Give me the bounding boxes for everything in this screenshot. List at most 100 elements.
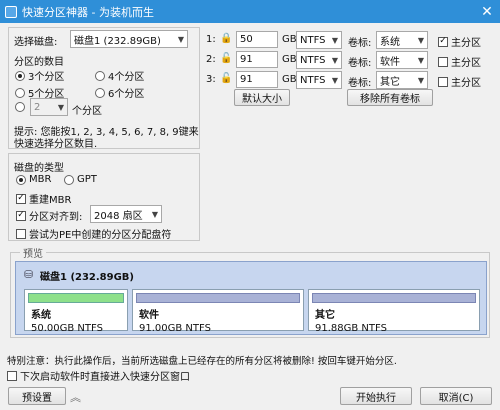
chevron-down-icon: ▼ bbox=[151, 209, 158, 219]
pe-assign-option[interactable]: 尝试为PE中创建的分区分配盘符 bbox=[16, 226, 171, 241]
disk-preview: ⛁ 磁盘1 (232.89GB) 系统 50.00GB NTFS 软件 91.0… bbox=[15, 261, 487, 335]
gpt-option[interactable]: GPT bbox=[64, 174, 97, 185]
radio-3[interactable] bbox=[15, 70, 25, 81]
primary-option[interactable]: ✓ 主分区 bbox=[438, 34, 481, 49]
chevron-down-icon: ▼ bbox=[417, 75, 424, 85]
chevron-down-icon: ▼ bbox=[57, 102, 64, 112]
fs-select[interactable]: NTFS ▼ bbox=[296, 71, 342, 89]
start-button[interactable]: 开始执行 bbox=[340, 387, 412, 405]
volume-label-value: 软件 bbox=[380, 56, 400, 68]
option-3-partitions[interactable]: 3个分区 bbox=[15, 68, 64, 83]
remove-labels-button[interactable]: 移除所有卷标 bbox=[347, 89, 433, 106]
option-label: 3个分区 bbox=[28, 72, 65, 83]
volume-label-value: 系统 bbox=[380, 36, 400, 48]
pe-assign-label: 尝试为PE中创建的分区分配盘符 bbox=[29, 230, 172, 241]
window-title: 快速分区神器 - 为装机而生 bbox=[22, 5, 154, 19]
radio-gpt[interactable] bbox=[64, 174, 74, 185]
radio-6[interactable] bbox=[95, 87, 105, 98]
preview-partition-2: 软件 91.00GB NTFS bbox=[132, 289, 304, 334]
cancel-button[interactable]: 取消(C) bbox=[420, 387, 492, 405]
radio-5[interactable] bbox=[15, 87, 25, 98]
disk-select-value: 磁盘1 (232.89GB) bbox=[74, 35, 161, 47]
preview-legend: 预览 bbox=[20, 245, 46, 260]
partition-index: 2: bbox=[206, 54, 216, 65]
volume-label-value: 其它 bbox=[380, 76, 400, 88]
primary-label: 主分区 bbox=[451, 58, 481, 69]
fs-value: NTFS bbox=[300, 54, 326, 66]
partition-name: 其它 bbox=[315, 310, 335, 321]
option-4-partitions[interactable]: 4个分区 bbox=[95, 68, 144, 83]
radio-4[interactable] bbox=[95, 70, 105, 81]
pe-assign-checkbox[interactable] bbox=[16, 228, 26, 239]
rebuild-mbr-checkbox[interactable]: ✓ bbox=[16, 193, 26, 204]
volume-label-select[interactable]: 软件 ▼ bbox=[376, 51, 428, 69]
radio-custom[interactable] bbox=[15, 102, 25, 112]
partition-detail: 91.88GB NTFS bbox=[315, 323, 387, 334]
preset-button[interactable]: 预设置 bbox=[8, 387, 66, 405]
title-bar: 快速分区神器 - 为装机而生 ✕ bbox=[0, 0, 500, 23]
expand-icon[interactable]: ︽ bbox=[70, 389, 81, 405]
primary-label: 主分区 bbox=[451, 78, 481, 89]
disk-type-label: 磁盘的类型 bbox=[14, 163, 64, 174]
chevron-down-icon: ▼ bbox=[417, 55, 424, 65]
size-unit: GB bbox=[282, 54, 297, 65]
rebuild-mbr-label: 重建MBR bbox=[29, 195, 72, 206]
size-unit: GB bbox=[282, 74, 297, 85]
volume-label-select[interactable]: 系统 ▼ bbox=[376, 31, 428, 49]
primary-option[interactable]: 主分区 bbox=[438, 74, 481, 89]
primary-checkbox[interactable] bbox=[438, 76, 448, 87]
option-6-partitions[interactable]: 6个分区 bbox=[95, 85, 144, 100]
primary-label: 主分区 bbox=[451, 38, 481, 49]
rebuild-mbr-option[interactable]: ✓ 重建MBR bbox=[16, 191, 71, 206]
auto-start-checkbox[interactable] bbox=[7, 370, 17, 381]
chevron-down-icon: ▼ bbox=[331, 75, 338, 85]
option-custom-partitions[interactable] bbox=[15, 102, 25, 112]
preview-partition-3: 其它 91.88GB NTFS bbox=[308, 289, 480, 334]
partition-bar bbox=[28, 293, 124, 303]
chevron-down-icon: ▼ bbox=[177, 34, 184, 44]
disk-select[interactable]: 磁盘1 (232.89GB) ▼ bbox=[70, 30, 188, 48]
custom-count-value: 2 bbox=[34, 101, 41, 113]
mbr-option[interactable]: MBR bbox=[16, 174, 51, 185]
fs-select[interactable]: NTFS ▼ bbox=[296, 51, 342, 69]
size-unit: GB bbox=[282, 34, 297, 45]
chevron-down-icon: ▼ bbox=[417, 35, 424, 45]
partition-index: 1: bbox=[206, 34, 216, 45]
app-icon bbox=[5, 5, 17, 18]
partition-row: 1: 🔒 50 GB NTFS ▼ 卷标: 系统 ▼ ✓ 主分区 bbox=[206, 31, 496, 49]
partition-detail: 50.00GB NTFS bbox=[31, 323, 103, 334]
unlock-icon[interactable]: 🔓 bbox=[220, 73, 232, 84]
partition-row: 3: 🔓 91 GB NTFS ▼ 卷标: 其它 ▼ 主分区 bbox=[206, 71, 496, 89]
radio-mbr[interactable] bbox=[16, 174, 26, 185]
primary-checkbox[interactable] bbox=[438, 56, 448, 67]
unlock-icon[interactable]: 🔓 bbox=[220, 53, 232, 64]
size-input[interactable]: 91 bbox=[236, 71, 278, 88]
lock-icon[interactable]: 🔒 bbox=[220, 33, 232, 44]
align-option[interactable]: ✓ 分区对齐到: bbox=[16, 208, 82, 223]
volume-label-select[interactable]: 其它 ▼ bbox=[376, 71, 428, 89]
size-input[interactable]: 91 bbox=[236, 51, 278, 68]
fs-select[interactable]: NTFS ▼ bbox=[296, 31, 342, 49]
primary-option[interactable]: 主分区 bbox=[438, 54, 481, 69]
chevron-down-icon: ▼ bbox=[331, 35, 338, 45]
align-select[interactable]: 2048 扇区 ▼ bbox=[90, 205, 162, 223]
volume-label-caption: 卷标: bbox=[348, 78, 372, 89]
auto-start-option[interactable]: 下次启动软件时直接进入快速分区窗口 bbox=[7, 368, 190, 383]
size-input[interactable]: 50 bbox=[236, 31, 278, 48]
option-label: 4个分区 bbox=[108, 72, 145, 83]
partition-bar bbox=[136, 293, 300, 303]
align-label: 分区对齐到: bbox=[29, 212, 83, 223]
chevron-down-icon: ▼ bbox=[331, 55, 338, 65]
close-button[interactable]: ✕ bbox=[474, 0, 500, 23]
disk-preview-title: 磁盘1 (232.89GB) bbox=[40, 272, 134, 283]
custom-count-select[interactable]: 2 ▼ bbox=[30, 98, 68, 116]
warning-text: 特别注意：执行此操作后，当前所选磁盘上已经存在的所有分区将被删除! 按回车键开始… bbox=[7, 356, 397, 367]
disk-icon: ⛁ bbox=[24, 268, 34, 281]
align-checkbox[interactable]: ✓ bbox=[16, 210, 26, 221]
primary-checkbox[interactable]: ✓ bbox=[438, 36, 448, 47]
fs-value: NTFS bbox=[300, 74, 326, 86]
partition-name: 软件 bbox=[139, 310, 159, 321]
default-size-button[interactable]: 默认大小 bbox=[234, 89, 290, 106]
option-label: 6个分区 bbox=[108, 89, 145, 100]
partition-name: 系统 bbox=[31, 310, 51, 321]
